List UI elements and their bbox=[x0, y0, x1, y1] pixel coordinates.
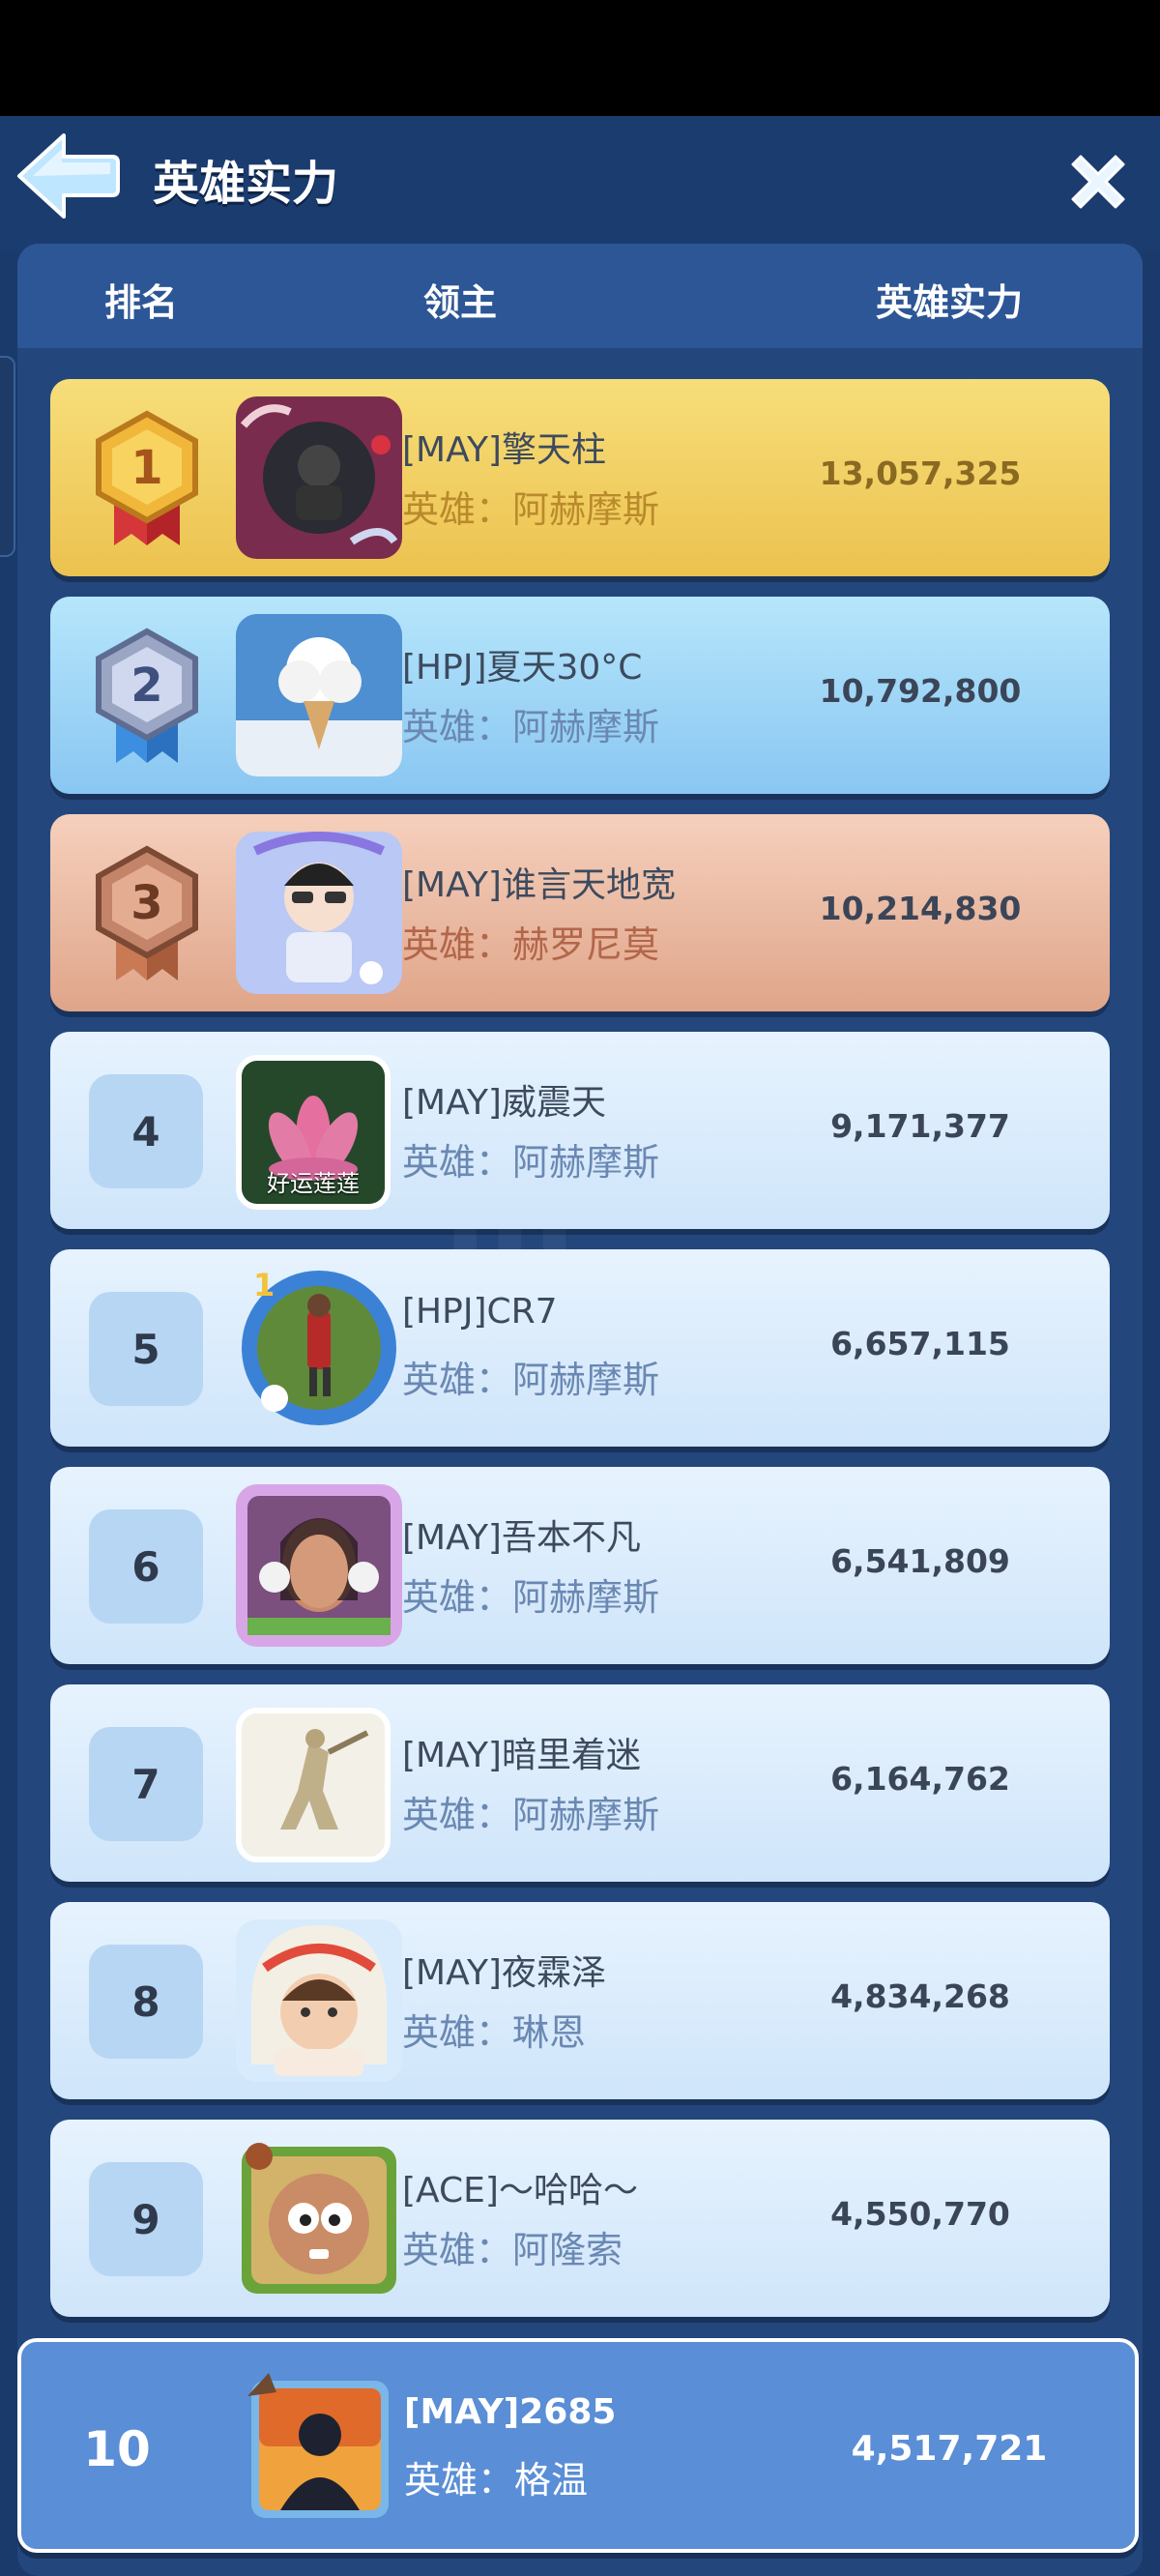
power-value: 6,541,809 bbox=[830, 1542, 1010, 1580]
power-value: 4,550,770 bbox=[830, 2195, 1010, 2233]
avatar-caption: 好运莲莲 bbox=[267, 1170, 360, 1197]
hero-name: 英雄：琳恩 bbox=[402, 2011, 587, 2054]
rank-number: 6 bbox=[89, 1509, 203, 1624]
lord-name: [MAY]吾本不凡 bbox=[402, 1518, 641, 1558]
hero-name: 英雄：阿赫摩斯 bbox=[402, 706, 660, 748]
svg-text:3: 3 bbox=[130, 876, 162, 930]
power-value: 13,057,325 bbox=[819, 454, 1022, 492]
rank-number: 5 bbox=[89, 1292, 203, 1406]
power-value: 10,214,830 bbox=[819, 890, 1022, 927]
avatar bbox=[236, 396, 402, 559]
table-row[interactable]: 4 好运莲莲 [MAY]威震天 英雄：阿赫摩斯 9,171,377 bbox=[50, 1032, 1110, 1229]
lord-name: [MAY]擎天柱 bbox=[402, 430, 606, 470]
lord-name: [HPJ]CR7 bbox=[402, 1292, 558, 1332]
lord-name: [MAY]暗里着迷 bbox=[402, 1736, 641, 1775]
lord-name: [MAY]威震天 bbox=[402, 1083, 606, 1123]
svg-text:1: 1 bbox=[130, 441, 162, 495]
power-value: 6,164,762 bbox=[830, 1760, 1010, 1798]
table-row[interactable]: 9 [ACE]～哈哈～ 英雄：阿隆索 4,550,770 bbox=[50, 2120, 1110, 2317]
svg-text:2: 2 bbox=[130, 659, 162, 713]
table-row[interactable]: 1 [MAY]擎天柱 英雄：阿赫摩斯 13,057,325 bbox=[50, 379, 1110, 576]
svg-text:1: 1 bbox=[253, 1267, 275, 1303]
hero-name: 英雄：阿赫摩斯 bbox=[402, 1576, 660, 1619]
hero-name: 英雄：阿赫摩斯 bbox=[402, 488, 660, 531]
avatar bbox=[236, 1484, 402, 1647]
hero-name: 英雄：格温 bbox=[404, 2459, 589, 2502]
rank-number: 10 bbox=[83, 2421, 151, 2477]
lord-name: [MAY]夜霖泽 bbox=[402, 1953, 606, 1993]
table-row[interactable]: 7 [MAY]暗里着迷 英雄：阿赫摩斯 6,164,762 bbox=[50, 1684, 1110, 1882]
column-lord: 领主 bbox=[423, 281, 498, 324]
lord-name: [MAY]谁言天地宽 bbox=[402, 865, 676, 905]
avatar bbox=[236, 2137, 402, 2299]
power-value: 4,834,268 bbox=[830, 1977, 1010, 2015]
side-tab[interactable] bbox=[0, 356, 15, 557]
avatar bbox=[236, 1708, 391, 1862]
power-value: 10,792,800 bbox=[819, 672, 1022, 710]
power-value: 9,171,377 bbox=[830, 1107, 1010, 1145]
rank-number: 4 bbox=[89, 1074, 203, 1188]
avatar: 1 bbox=[236, 1267, 402, 1429]
back-arrow-icon[interactable] bbox=[14, 128, 122, 224]
power-value: 6,657,115 bbox=[830, 1325, 1010, 1362]
rank-number: 8 bbox=[89, 1945, 203, 2059]
column-rank: 排名 bbox=[104, 281, 179, 324]
power-value: 4,517,721 bbox=[851, 2429, 1048, 2469]
column-power: 英雄实力 bbox=[876, 281, 1024, 324]
rank-number: 7 bbox=[89, 1727, 203, 1841]
gold-medal-icon: 1 bbox=[96, 410, 198, 545]
hero-name: 英雄：赫罗尼莫 bbox=[402, 923, 660, 966]
hero-name: 英雄：阿隆索 bbox=[402, 2229, 624, 2271]
rank-number: 9 bbox=[89, 2162, 203, 2276]
silver-medal-icon: 2 bbox=[96, 628, 198, 763]
table-row[interactable]: 5 1 [HPJ]CR7 英雄：阿赫摩斯 6,657,115 bbox=[50, 1249, 1110, 1447]
avatar bbox=[236, 614, 402, 776]
status-bar bbox=[0, 0, 1160, 116]
table-row[interactable]: 8 [MAY]夜霖泽 英雄：琳恩 4,834,268 bbox=[50, 1902, 1110, 2099]
avatar bbox=[236, 1919, 402, 2082]
hero-name: 英雄：阿赫摩斯 bbox=[402, 1794, 660, 1836]
bronze-medal-icon: 3 bbox=[96, 845, 198, 981]
my-rank-row[interactable]: 10 [MAY]2685 英雄：格温 4,517,721 bbox=[17, 2338, 1139, 2553]
avatar bbox=[236, 832, 402, 994]
page-title: 英雄实力 bbox=[153, 157, 339, 211]
avatar bbox=[238, 2367, 402, 2532]
lord-name: [ACE]～哈哈～ bbox=[402, 2171, 638, 2210]
column-header: 排名 领主 英雄实力 bbox=[17, 244, 1143, 348]
hero-name: 英雄：阿赫摩斯 bbox=[402, 1359, 660, 1401]
table-row[interactable]: 6 [MAY]吾本不凡 英雄：阿赫摩斯 6,541,809 bbox=[50, 1467, 1110, 1664]
lord-name: [HPJ]夏天30°C bbox=[402, 648, 643, 688]
lord-name: [MAY]2685 bbox=[404, 2392, 617, 2432]
close-icon[interactable] bbox=[1063, 147, 1133, 217]
table-row[interactable]: 3 [MAY]谁言天地宽 英雄：赫罗尼莫 10,214,830 bbox=[50, 814, 1110, 1011]
avatar: 好运莲莲 bbox=[236, 1055, 391, 1210]
table-row[interactable]: 2 [HPJ]夏天30°C 英雄：阿赫摩斯 10,792,800 bbox=[50, 597, 1110, 794]
hero-name: 英雄：阿赫摩斯 bbox=[402, 1141, 660, 1184]
